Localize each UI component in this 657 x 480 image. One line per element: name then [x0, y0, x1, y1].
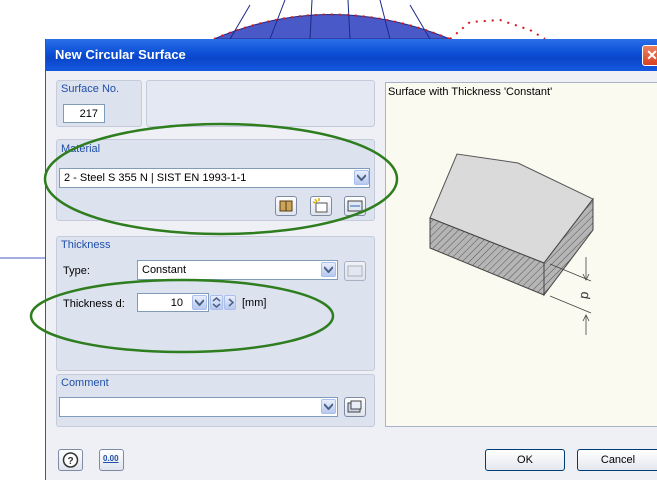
- thickness-annotation-ellipse: [29, 278, 335, 354]
- annotation-overlay: [29, 122, 399, 354]
- material-annotation-ellipse: [43, 122, 399, 236]
